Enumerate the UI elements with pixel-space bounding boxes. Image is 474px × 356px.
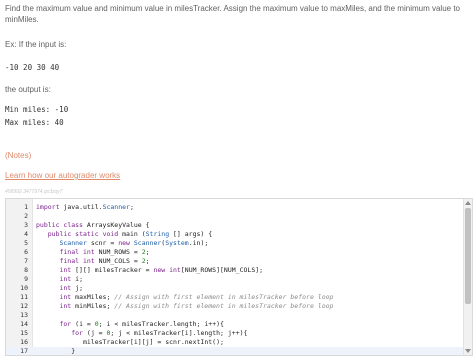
code-text[interactable]: int [][] milesTracker = new int[NUM_ROWS… [36,266,263,275]
line-number: 2 [24,212,28,220]
line-number: 17 [20,347,28,355]
code-line[interactable]: 14 for (i = 0; i < milesTracker.length; … [6,320,464,329]
line-number: 10 [20,284,28,292]
code-text[interactable]: public static void main (String [] args)… [36,230,212,239]
code-line[interactable]: 17 } [6,347,464,355]
code-line[interactable]: 12 int minMiles; // Assign with first el… [6,302,464,311]
line-number: 12 [20,302,28,310]
code-text[interactable]: milesTracker[i][j] = scnr.nextInt(); [36,338,224,347]
exercise-id: 458992.3477974.qx3zqy7 [5,189,63,195]
autograder-link[interactable]: Learn how our autograder works [5,171,120,180]
code-line[interactable]: 15 for (j = 0; j < milesTracker[i].lengt… [6,329,464,338]
code-text[interactable]: for (i = 0; i < milesTracker.length; i++… [36,320,223,329]
line-number: 1 [24,203,28,211]
code-line[interactable]: 5 Scanner scnr = new Scanner(System.in); [6,239,464,248]
code-text[interactable]: for (j = 0; j < milesTracker[i].length; … [36,329,247,338]
scroll-up-arrow-icon[interactable] [465,201,471,205]
scrollbar-thumb[interactable] [465,208,471,304]
code-line[interactable]: 9 int i; [6,275,464,284]
code-line[interactable]: 4 public static void main (String [] arg… [6,230,464,239]
code-text[interactable]: Scanner scnr = new Scanner(System.in); [36,239,208,248]
code-text[interactable]: final int NUM_ROWS = 2; [36,248,149,257]
line-number: 9 [24,275,28,283]
line-number: 15 [20,329,28,337]
notes-link[interactable]: (Notes) [5,151,31,160]
code-text[interactable]: int j; [36,284,83,293]
code-line[interactable]: 7 final int NUM_COLS = 2; [6,257,464,266]
line-number: 16 [20,338,28,346]
code-text[interactable]: public class ArraysKeyValue { [36,221,150,230]
example-output-line-2: Max miles: 40 [5,118,64,127]
code-line[interactable]: 8 int [][] milesTracker = new int[NUM_RO… [6,266,464,275]
code-line[interactable]: 11 int maxMiles; // Assign with first el… [6,293,464,302]
code-text[interactable]: int i; [36,275,83,284]
output-label: the output is: [5,85,51,94]
code-text[interactable]: int minMiles; // Assign with first eleme… [36,302,333,311]
code-line[interactable]: 1 import java.util.Scanner; [6,203,464,212]
problem-statement: Find the maximum value and minimum value… [5,4,460,24]
scroll-down-arrow-icon[interactable] [465,349,471,353]
code-text[interactable]: import java.util.Scanner; [36,203,134,212]
code-line[interactable]: 10 int j; [6,284,464,293]
line-number: 4 [24,230,28,238]
line-number: 13 [20,311,28,319]
line-number: 3 [24,221,28,229]
example-input: -10 20 30 40 [5,63,60,72]
line-number: 5 [24,239,28,247]
code-editor[interactable]: 1 import java.util.Scanner; 2 3 public class… [5,198,473,356]
code-line[interactable]: 16 milesTracker[i][j] = scnr.nextInt(); [6,338,464,347]
code-text[interactable]: int maxMiles; // Assign with first eleme… [36,293,333,302]
example-output-line-1: Min miles: -10 [5,105,69,114]
example-label: Ex: If the input is: [5,40,67,49]
code-line[interactable]: 6 final int NUM_ROWS = 2; [6,248,464,257]
code-text[interactable]: final int NUM_COLS = 2; [36,257,149,266]
code-text[interactable]: } [36,347,75,355]
code-line[interactable]: 13 [6,311,464,320]
line-number: 6 [24,248,28,256]
code-line[interactable]: 3 public class ArraysKeyValue { [6,221,464,230]
code-line[interactable]: 2 [6,212,464,221]
line-number: 14 [20,320,28,328]
editor-scrollbar[interactable] [463,199,472,355]
line-number: 11 [20,293,28,301]
line-number: 8 [24,266,28,274]
line-number: 7 [24,257,28,265]
